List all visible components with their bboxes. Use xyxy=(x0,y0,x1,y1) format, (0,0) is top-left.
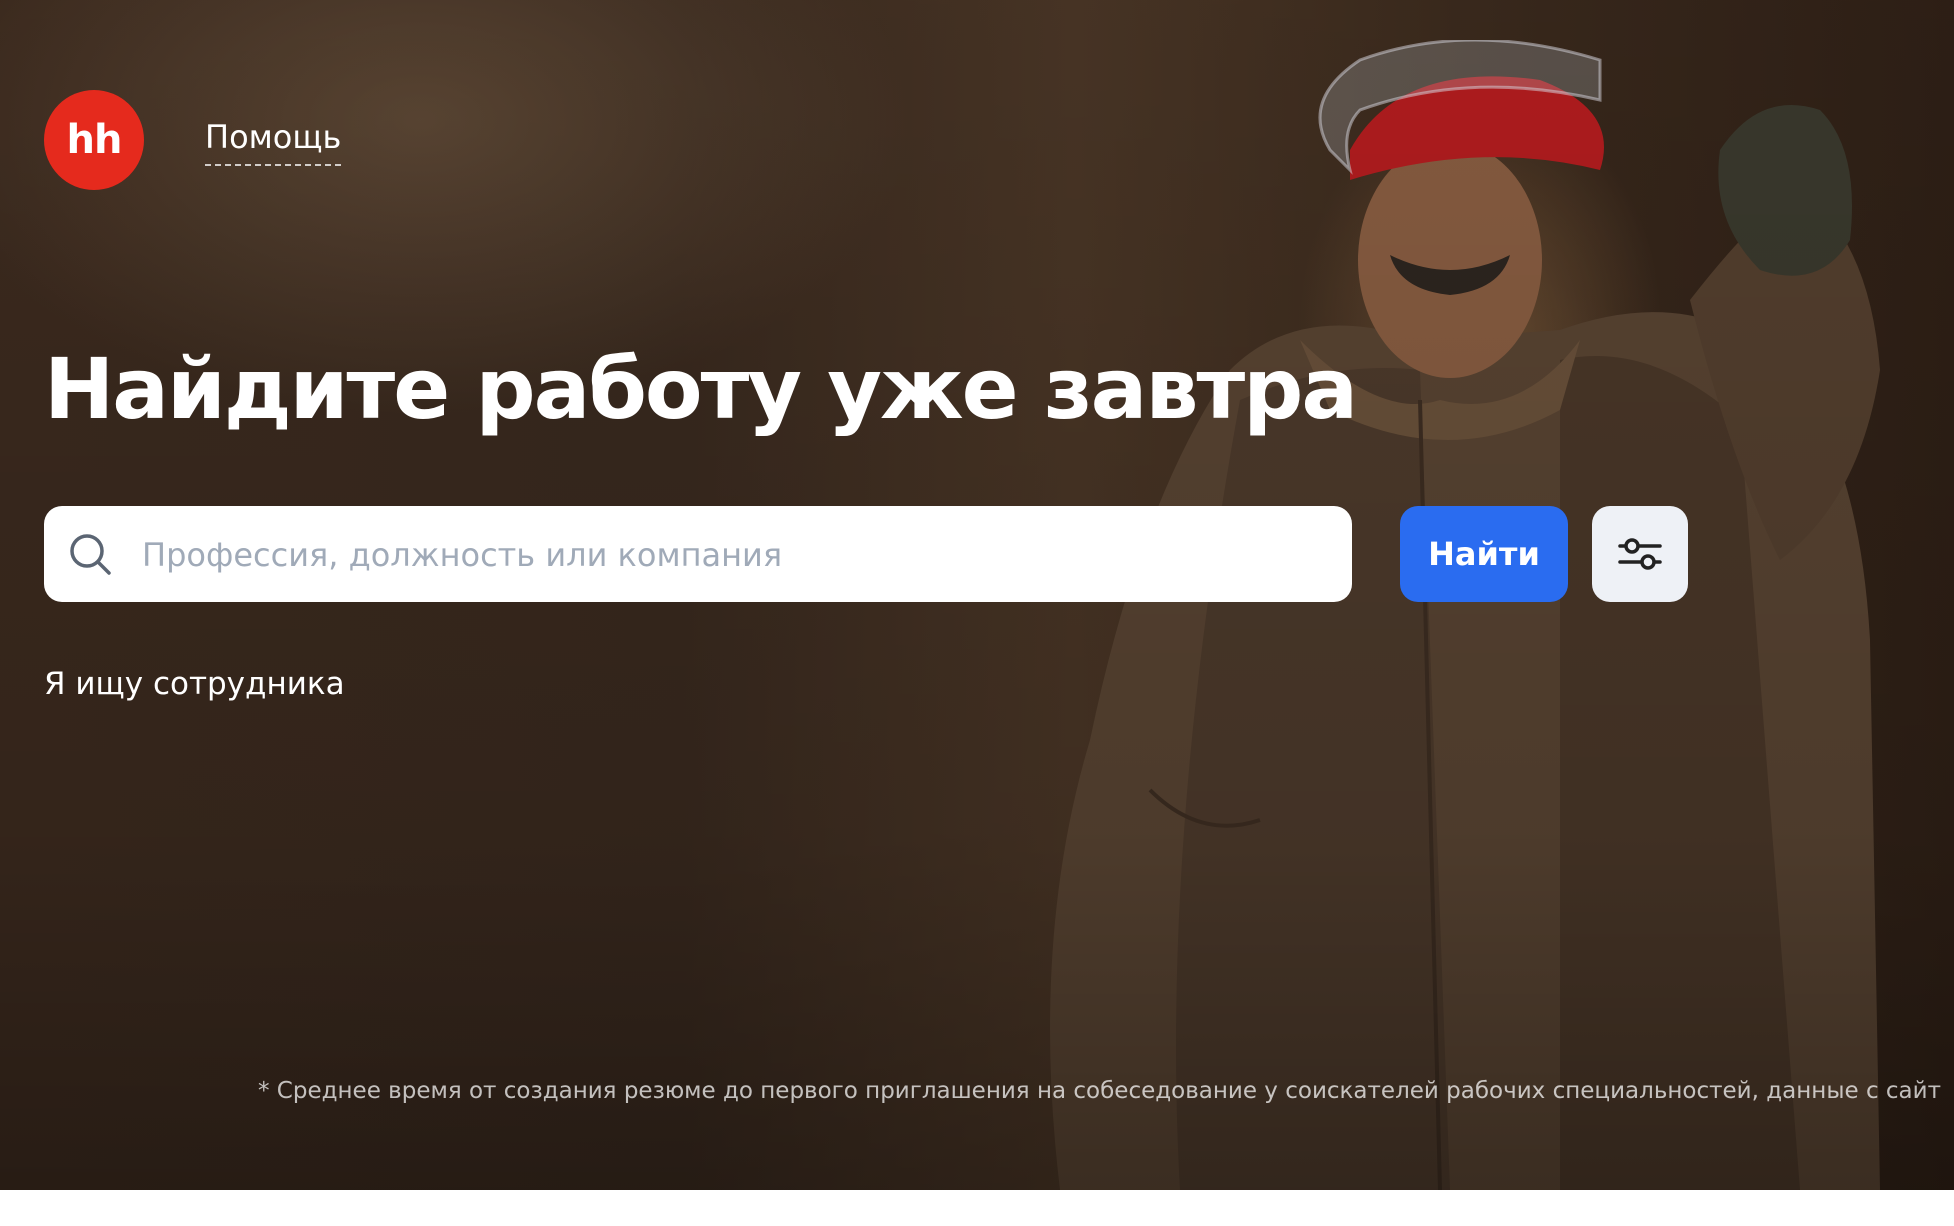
sliders-icon xyxy=(1618,538,1662,570)
find-button[interactable]: Найти xyxy=(1400,506,1568,602)
employer-link[interactable]: Я ищу сотрудника xyxy=(44,666,345,702)
search-input[interactable] xyxy=(140,506,1334,604)
page-title: Найдите работу уже завтра xyxy=(44,340,1358,438)
help-link[interactable]: Помощь xyxy=(205,118,342,166)
search-box[interactable] xyxy=(44,506,1352,604)
advanced-search-button[interactable] xyxy=(1592,506,1688,602)
search-icon xyxy=(70,534,111,575)
hh-logo[interactable]: hh xyxy=(44,90,144,190)
footnote: * Среднее время от создания резюме до пе… xyxy=(258,1078,1941,1104)
